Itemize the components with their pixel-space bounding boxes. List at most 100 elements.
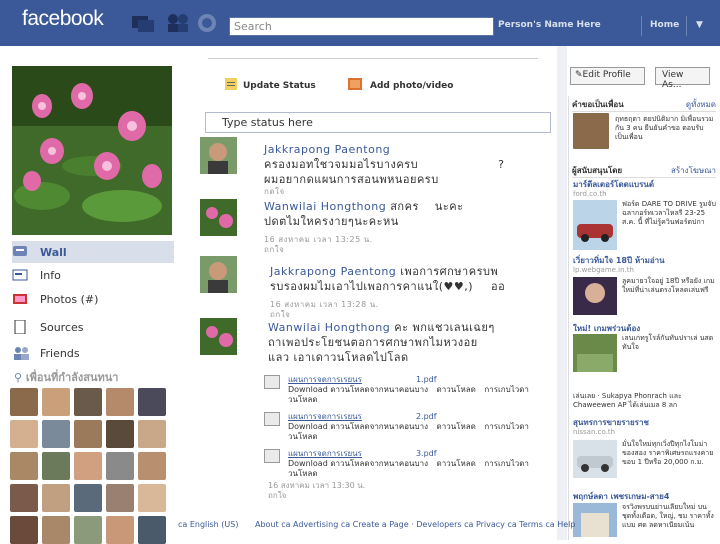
like-link[interactable]: ถกใจ: [268, 491, 286, 501]
sponsored-header: ผู้สนับสนุนโดย สร้างโฆษณา: [572, 164, 716, 178]
file-suffix[interactable]: 2.pdf: [416, 412, 437, 421]
avatar[interactable]: [200, 256, 237, 293]
update-status-tab[interactable]: Update Status: [225, 78, 316, 93]
search-input[interactable]: Search: [229, 17, 494, 36]
friend-thumbnail[interactable]: [138, 452, 166, 480]
friend-thumbnail[interactable]: [10, 420, 38, 448]
facebook-logo[interactable]: facebook: [22, 7, 104, 31]
photos-icon: [12, 292, 28, 306]
ad-image[interactable]: [573, 277, 617, 315]
nav-sources-label: Sources: [40, 320, 84, 334]
friend-thumbnail[interactable]: [106, 484, 134, 512]
create-ad-link[interactable]: สร้างโฆษณา: [671, 164, 716, 177]
account-menu-arrow[interactable]: ▼: [696, 20, 703, 30]
nav-sources[interactable]: Sources: [12, 316, 174, 338]
file-name[interactable]: แผนการจดการเรยนร: [288, 412, 362, 421]
friend-thumbnail[interactable]: [42, 388, 70, 416]
friend-thumbnail[interactable]: [138, 420, 166, 448]
post-text: เพอการศกษาครบพ: [400, 265, 499, 278]
ad-title[interactable]: สุนทรการขายรายราช: [573, 418, 717, 427]
status-input[interactable]: Type status here: [205, 112, 551, 133]
profile-picture[interactable]: [12, 66, 172, 235]
post-text: แลว เอาเดาวนโหลดไปโลด: [268, 351, 409, 364]
view-as-button[interactable]: View As...: [655, 67, 710, 90]
friend-thumbnail[interactable]: [74, 452, 102, 480]
avatar[interactable]: [200, 137, 237, 174]
ad-title[interactable]: พฤกษ์ลดา เพชรเกษม-สาย4: [573, 492, 717, 501]
ad-url: nissan.co.th: [573, 428, 616, 436]
friend-thumbnail[interactable]: [74, 484, 102, 512]
divider: [208, 58, 538, 59]
ad-image[interactable]: [573, 200, 617, 250]
friend-thumbnail[interactable]: [106, 420, 134, 448]
friend-request-avatar[interactable]: [573, 113, 609, 149]
home-link[interactable]: Home: [650, 20, 679, 30]
file-suffix[interactable]: 1.pdf: [416, 375, 437, 384]
friend-requests-icon[interactable]: [130, 12, 156, 38]
ad-title[interactable]: มาร์ตีลเตอร์โดดแบรนด์: [573, 180, 717, 189]
friend-thumbnail[interactable]: [138, 484, 166, 512]
friend-thumbnail[interactable]: [42, 484, 70, 512]
ad-title[interactable]: เวิ่ยาวทิ่มใจ 18ปี ห้ามอ่าน: [573, 256, 717, 265]
avatar[interactable]: [200, 318, 237, 355]
friend-thumbnail[interactable]: [10, 484, 38, 512]
friends-online-label: เพื่อนที่กำลังสนทนา: [25, 371, 119, 384]
like-link[interactable]: กดใจ: [264, 187, 554, 197]
add-photo-tab[interactable]: Add photo/video: [348, 78, 453, 93]
ad-image[interactable]: [573, 503, 617, 537]
see-all-link[interactable]: ดูทั้งหมด: [686, 98, 716, 111]
avatar[interactable]: [200, 199, 237, 236]
like-link[interactable]: ถกใจ: [270, 310, 560, 320]
ad-text: จรวิงพรบนย่านเลียบใหม่ บนชุดทั้งเดือด, ใ…: [622, 503, 714, 529]
ad-image[interactable]: [573, 334, 617, 372]
pencil-icon: ✎: [575, 70, 583, 80]
like-link[interactable]: ถกใจ: [264, 245, 564, 255]
friend-thumbnail[interactable]: [10, 452, 38, 480]
nav-friends[interactable]: Friends: [12, 342, 174, 364]
file-download[interactable]: Download: [288, 459, 328, 468]
language-link[interactable]: ca English (US): [178, 520, 238, 529]
friend-requests-header: คำขอเป็นเพื่อน ดูทั้งหมด: [572, 98, 716, 112]
footer-links[interactable]: About ca Advertising ca Create a Page · …: [255, 520, 575, 529]
file-download-link[interactable]: ดาวนโหลด: [437, 459, 476, 468]
file-download[interactable]: Download: [288, 385, 328, 394]
post-author[interactable]: Wanwilai Hongthong: [264, 200, 386, 213]
nav-photos[interactable]: Photos (#): [12, 288, 174, 310]
file-download-link[interactable]: ดาวนโหลด: [437, 385, 476, 394]
user-name-link[interactable]: Person's Name Here: [498, 20, 601, 30]
messages-icon[interactable]: [165, 12, 191, 38]
file-download[interactable]: Download: [288, 422, 328, 431]
file-suffix[interactable]: 3.pdf: [416, 449, 437, 458]
friend-thumbnail[interactable]: [106, 388, 134, 416]
search-icon: ⚲: [14, 371, 23, 384]
file-icon: [264, 449, 280, 463]
update-status-label: Update Status: [243, 80, 316, 91]
add-photo-label: Add photo/video: [370, 80, 454, 91]
ad-image[interactable]: [573, 440, 617, 478]
friend-thumbnail[interactable]: [138, 388, 166, 416]
file-source: ดาวนโหลดจากหนาคอนบาง: [330, 422, 428, 431]
friend-thumbnail[interactable]: [106, 452, 134, 480]
friend-thumbnail[interactable]: [74, 388, 102, 416]
nav-info[interactable]: Info: [12, 264, 174, 286]
edit-profile-button[interactable]: ✎Edit Profile: [570, 67, 645, 85]
friend-thumbnail[interactable]: [42, 452, 70, 480]
friend-thumbnail[interactable]: [74, 420, 102, 448]
file-name[interactable]: แผนการจดการเรยนร: [288, 449, 362, 458]
post-author[interactable]: Wanwilai Hongthong: [268, 321, 390, 334]
friends-icon: [12, 346, 29, 360]
post-text: ?: [498, 158, 505, 171]
post-author[interactable]: Jakkrapong Paentong: [264, 143, 390, 156]
file-download-link[interactable]: ดาวนโหลด: [437, 422, 476, 431]
friend-thumbnail[interactable]: [10, 388, 38, 416]
ad-url: lp.webgame.in.th: [573, 266, 634, 274]
nav-wall[interactable]: Wall: [12, 241, 174, 263]
post-author[interactable]: Jakkrapong Paentong: [270, 265, 396, 278]
ad-title[interactable]: ใหม่! เกมพร่วนต้อง: [573, 324, 717, 333]
friend-request-text[interactable]: ฤทธฤตา ตยปนิติมาก มิเพื่อนรวมกัน 3 คน ยื…: [615, 115, 715, 142]
friend-thumbnail[interactable]: [42, 420, 70, 448]
wall-icon: [12, 245, 28, 259]
notifications-icon[interactable]: [196, 12, 218, 38]
file-name[interactable]: แผนการจดการเรยนร: [288, 375, 362, 384]
nav-info-label: Info: [40, 268, 61, 282]
